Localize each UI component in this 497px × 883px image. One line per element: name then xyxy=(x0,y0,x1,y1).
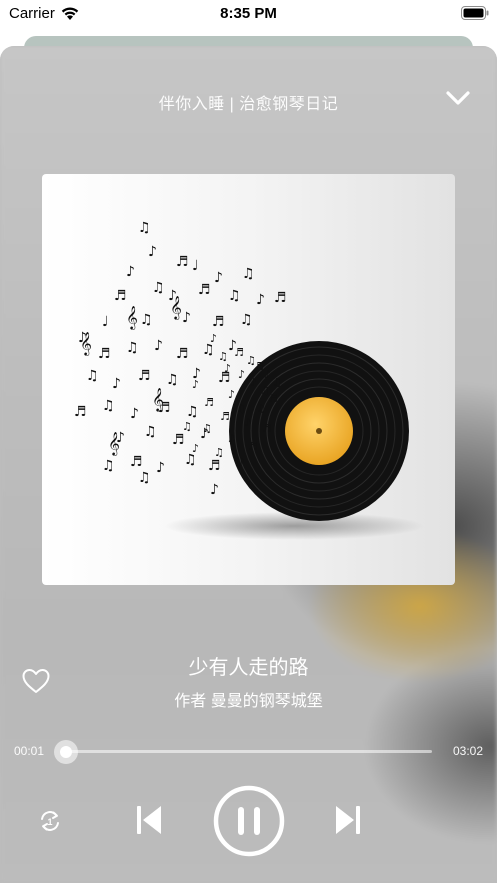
svg-text:♫: ♫ xyxy=(140,312,153,328)
svg-text:1: 1 xyxy=(47,817,52,827)
svg-text:♬: ♬ xyxy=(220,410,230,423)
svg-text:♫: ♫ xyxy=(102,458,115,474)
svg-text:♬: ♬ xyxy=(172,432,185,448)
svg-text:♫: ♫ xyxy=(256,402,266,415)
svg-text:♪: ♪ xyxy=(192,442,199,455)
svg-text:♫: ♫ xyxy=(186,404,199,420)
svg-text:♬: ♬ xyxy=(208,458,221,474)
svg-text:♪: ♪ xyxy=(238,456,245,469)
svg-text:♬: ♬ xyxy=(268,392,278,405)
svg-text:♬: ♬ xyxy=(114,288,127,304)
svg-text:♫: ♫ xyxy=(152,280,165,296)
skip-previous-icon[interactable] xyxy=(134,802,164,838)
svg-text:♫: ♫ xyxy=(182,420,192,433)
playlist-title: 伴你入睡 | 治愈钢琴日记 xyxy=(158,96,339,113)
clock: 8:35 PM xyxy=(220,5,277,22)
svg-text:♪: ♪ xyxy=(238,368,245,381)
elapsed-time: 00:01 xyxy=(14,744,45,758)
svg-text:♫: ♫ xyxy=(202,422,212,435)
svg-text:♬: ♬ xyxy=(274,290,287,306)
svg-text:♪: ♪ xyxy=(250,376,257,389)
svg-text:♫: ♫ xyxy=(242,266,255,282)
track-artist: 作者 曼曼的钢琴城堡 xyxy=(174,693,323,710)
svg-text:𝄞: 𝄞 xyxy=(170,295,182,320)
svg-text:♫: ♫ xyxy=(86,368,99,384)
svg-text:♬: ♬ xyxy=(204,396,214,409)
svg-text:♫: ♫ xyxy=(240,312,253,328)
album-illustration: ♫♪♬ ♩♪ ♫ ♪♬ ♫ ♪ ♬ ♫ ♪ ♬♩ ♫ ♪ ♬ ♫♪♬ ♫ ♪ ♬ ♫ ♪♫ ♪ ♬ ♫ … xyxy=(74,220,424,540)
svg-text:♪: ♪ xyxy=(244,416,251,429)
svg-text:♬: ♬ xyxy=(74,404,87,420)
svg-text:♪: ♪ xyxy=(182,310,191,326)
svg-text:𝄞: 𝄞 xyxy=(108,431,120,456)
svg-text:♫: ♫ xyxy=(138,470,151,486)
svg-text:♬: ♬ xyxy=(234,346,244,359)
svg-text:♬: ♬ xyxy=(176,254,189,270)
svg-text:♬: ♬ xyxy=(176,346,189,362)
svg-text:♪: ♪ xyxy=(224,362,231,375)
svg-text:♪: ♪ xyxy=(228,432,235,445)
svg-text:♫: ♫ xyxy=(138,220,151,236)
skip-next-icon[interactable] xyxy=(333,802,363,838)
battery-icon xyxy=(461,6,489,20)
svg-text:♬: ♬ xyxy=(138,368,151,384)
svg-text:𝄞: 𝄞 xyxy=(80,331,92,356)
repeat-one-icon[interactable]: 1 xyxy=(36,807,64,835)
album-art: ♫ ♪ ♬ ♩ ♪ ♫ ♪ ♬ ♫ ♪ ♬ ♫ ♪ ♬ ♩ ♫ ♪ ♬ ♫ ♪ ♬ ♫ ♪ ♬ ♫ ♪ ♫ ♪ ♬ ♫ … xyxy=(42,174,455,585)
svg-text:♪: ♪ xyxy=(210,482,219,498)
svg-text:𝄞: 𝄞 xyxy=(126,305,138,330)
svg-text:♪: ♪ xyxy=(256,292,265,308)
svg-text:♪: ♪ xyxy=(228,388,235,401)
svg-text:♫: ♫ xyxy=(228,288,241,304)
svg-text:♪: ♪ xyxy=(210,332,217,345)
svg-text:♪: ♪ xyxy=(112,376,121,392)
svg-text:♫: ♫ xyxy=(144,424,157,440)
chevron-down-icon[interactable] xyxy=(445,88,471,108)
svg-text:♪: ♪ xyxy=(126,264,135,280)
svg-text:♪: ♪ xyxy=(130,406,139,422)
svg-text:♬: ♬ xyxy=(262,422,272,435)
svg-text:♪: ♪ xyxy=(156,460,165,476)
svg-text:♫: ♫ xyxy=(102,398,115,414)
svg-text:♩: ♩ xyxy=(192,258,199,274)
now-playing-sheet: 伴你入睡 | 治愈钢琴日记 ♫ ♪ ♬ ♩ ♪ ♫ ♪ ♬ ♫ ♪ ♬ ♫ ♪ … xyxy=(0,46,497,883)
track-title: 少有人走的路 xyxy=(188,657,309,679)
svg-text:♬: ♬ xyxy=(198,282,211,298)
svg-text:♪: ♪ xyxy=(192,378,199,391)
svg-text:♫: ♫ xyxy=(236,402,246,415)
svg-text:♬: ♬ xyxy=(212,314,225,330)
svg-text:♪: ♪ xyxy=(148,244,157,260)
svg-text:♫: ♫ xyxy=(126,340,139,356)
svg-text:♫: ♫ xyxy=(272,376,282,389)
svg-text:♫: ♫ xyxy=(166,372,179,388)
svg-text:♫: ♫ xyxy=(214,446,224,459)
svg-text:𝄞: 𝄞 xyxy=(152,387,164,412)
pause-icon[interactable] xyxy=(213,785,285,857)
progress-bar[interactable] xyxy=(64,750,432,753)
svg-text:♬: ♬ xyxy=(254,360,264,373)
svg-text:♬: ♬ xyxy=(130,454,143,470)
status-bar: Carrier 8:35 PM xyxy=(0,0,497,30)
svg-text:♪: ♪ xyxy=(214,270,223,286)
svg-text:♪: ♪ xyxy=(264,368,271,381)
svg-text:♬: ♬ xyxy=(98,346,111,362)
svg-text:♬: ♬ xyxy=(248,440,258,453)
svg-text:♩: ♩ xyxy=(102,314,109,330)
svg-text:♪: ♪ xyxy=(154,338,163,354)
total-time: 03:02 xyxy=(452,744,483,758)
